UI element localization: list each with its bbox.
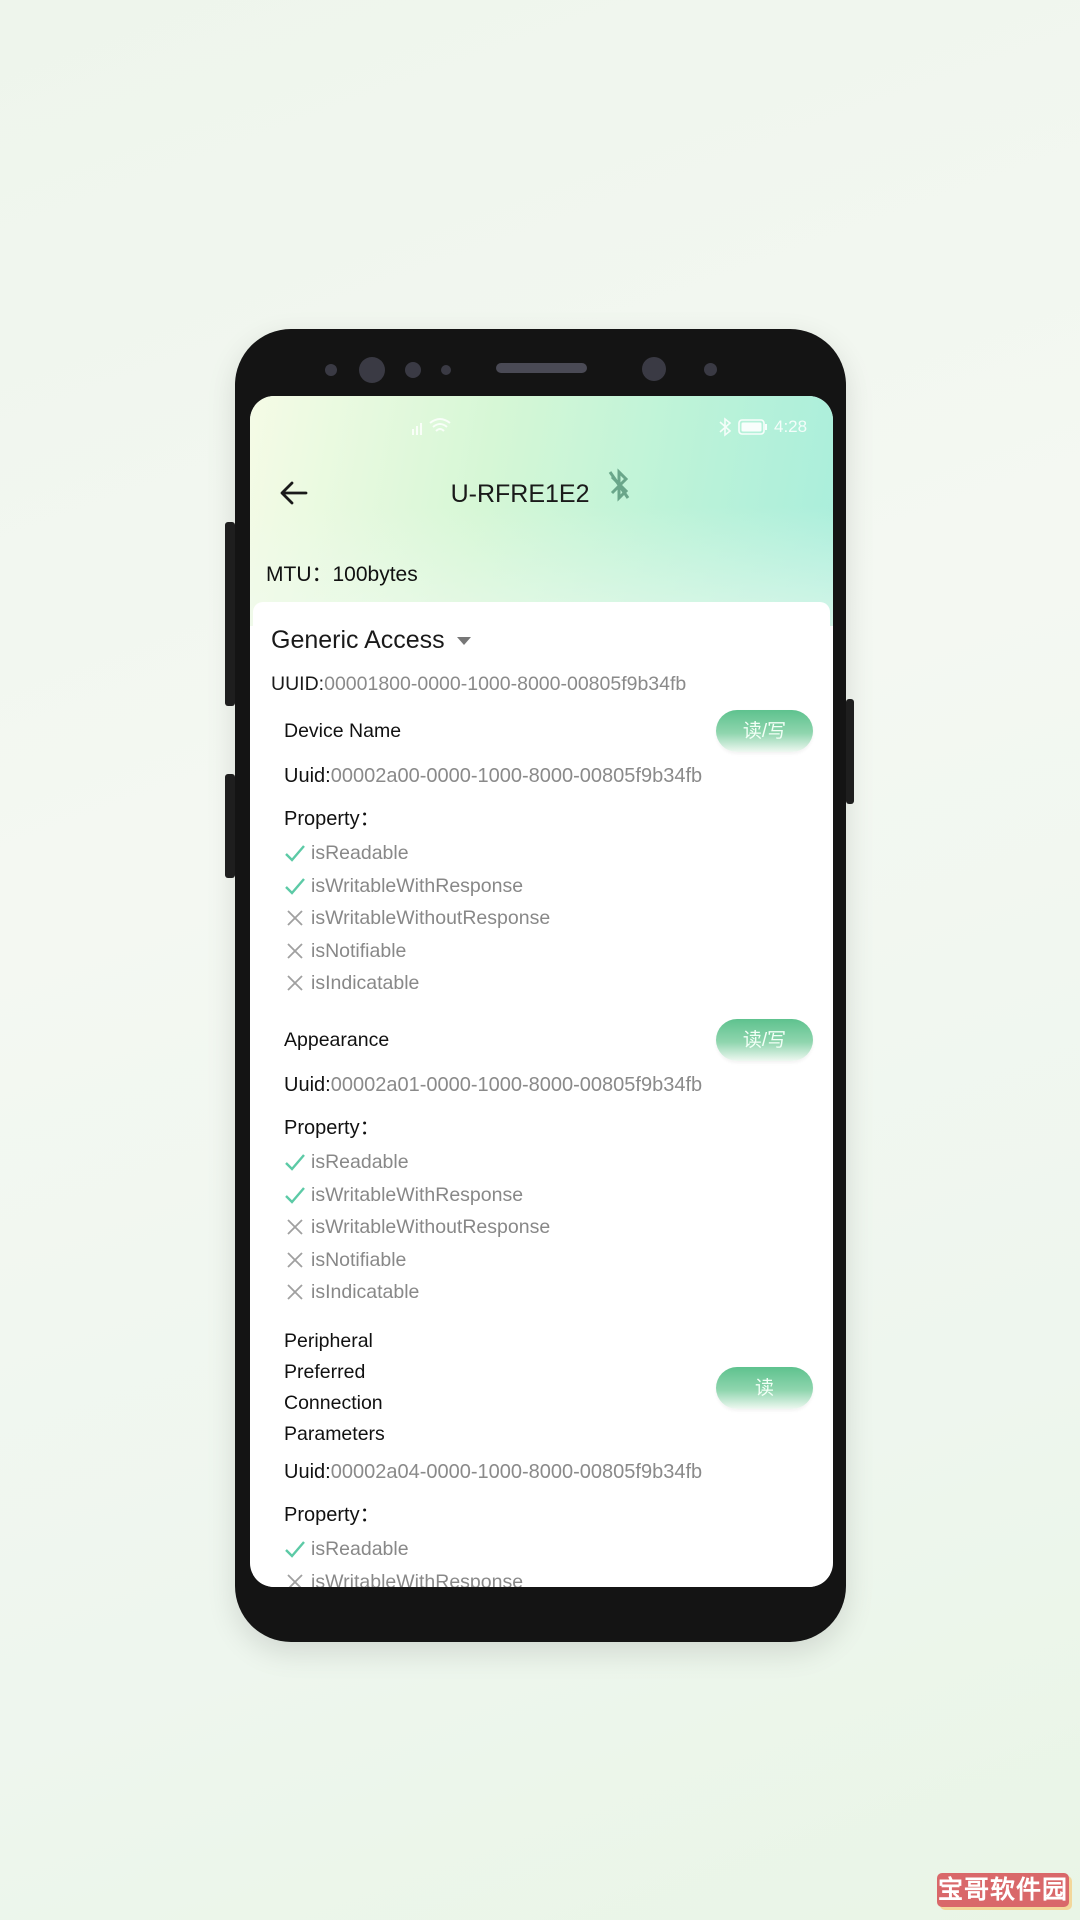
- battery-icon: [738, 419, 767, 435]
- property-name: isNotifiable: [311, 1248, 407, 1271]
- power-button-left: [225, 774, 235, 878]
- check-icon: [284, 1538, 311, 1560]
- characteristic-name: Device Name: [284, 719, 402, 742]
- signal-wifi-icons: [410, 415, 454, 439]
- property-label: Property：: [284, 1504, 380, 1526]
- characteristic-item: Appearance 读/写 Uuid:00002a01-0000-1000-800…: [253, 1007, 830, 1309]
- read-write-button[interactable]: 读: [716, 1367, 813, 1409]
- property-name: isIndicatable: [311, 972, 420, 994]
- cross-icon: [284, 972, 311, 994]
- property-item: isNotifiable: [284, 1244, 813, 1277]
- characteristic-uuid: Uuid:00002a04-0000-1000-8000-00805f9b34f…: [284, 1460, 813, 1484]
- signal-icon: [412, 418, 451, 435]
- check-icon: [284, 842, 311, 864]
- characteristic-name: Appearance: [284, 1028, 390, 1051]
- property-item: isWritableWithResponse: [284, 1566, 813, 1588]
- app-bar: U-RFRE1E2: [250, 466, 833, 520]
- characteristic-uuid: Uuid:00002a01-0000-1000-8000-00805f9b34f…: [284, 1073, 813, 1097]
- watermark-text: 宝哥软件园: [937, 1876, 1068, 1904]
- page-title: U-RFRE1E2: [450, 480, 590, 509]
- property-name: isReadable: [311, 1151, 409, 1173]
- uuid-label: Uuid:: [284, 1461, 331, 1483]
- property-item: isReadable: [284, 1146, 813, 1179]
- characteristic-item: Peripheral Preferred Connection Paramete…: [253, 1316, 830, 1587]
- check-icon: [284, 1184, 311, 1206]
- property-label: Property：: [284, 1117, 380, 1139]
- property-name: isReadable: [311, 842, 409, 864]
- speaker-grille: [496, 363, 587, 373]
- mtu-value: 100bytes: [332, 563, 418, 586]
- read-write-button[interactable]: 读/写: [716, 1019, 813, 1061]
- sensor-dot: [325, 364, 337, 376]
- property-item: isWritableWithoutResponse: [284, 1211, 813, 1244]
- watermark-logo: 宝哥软件园: [937, 1873, 1069, 1907]
- property-name: isWritableWithResponse: [311, 874, 524, 897]
- property-item: isIndicatable: [284, 967, 813, 1000]
- property-name: isWritableWithResponse: [311, 1183, 524, 1206]
- service-uuid-value: 00001800-0000-1000-8000-00805f9b34fb: [324, 673, 687, 695]
- check-icon: [284, 875, 311, 897]
- service-card: Generic Access UUID:00001800-0000-1000-8…: [253, 602, 830, 1587]
- characteristic-item: Device Name 读/写 Uuid:00002a00-0000-1000-80…: [253, 698, 830, 1000]
- uuid-value: 00002a04-0000-1000-8000-00805f9b34fb: [330, 1461, 703, 1483]
- cross-icon: [284, 1571, 311, 1587]
- camera-lens: [642, 357, 666, 381]
- uuid-value: 00002a01-0000-1000-8000-00805f9b34fb: [330, 1074, 703, 1096]
- characteristic-header: Peripheral Preferred Connection Paramete…: [284, 1316, 813, 1460]
- characteristic-uuid: Uuid:00002a00-0000-1000-8000-00805f9b34f…: [284, 764, 813, 788]
- read-write-button[interactable]: 读/写: [716, 710, 813, 752]
- property-name: isReadable: [311, 1538, 409, 1560]
- cross-icon: [284, 1249, 311, 1271]
- bluetooth-disabled-icon[interactable]: [606, 467, 632, 521]
- characteristic-header: Device Name 读/写: [284, 698, 813, 764]
- service-header[interactable]: Generic Access: [253, 610, 830, 670]
- property-item: isNotifiable: [284, 935, 813, 968]
- cross-icon: [284, 1281, 311, 1303]
- cross-icon: [284, 1216, 311, 1238]
- cross-icon: [284, 907, 311, 929]
- property-item: isIndicatable: [284, 1276, 813, 1309]
- property-item: isWritableWithResponse: [284, 1179, 813, 1212]
- phone-frame: 4:28 U-RFRE1E2 MTU：100bytes Generic Acce…: [225, 329, 854, 1642]
- caret-down-icon[interactable]: [456, 637, 471, 646]
- camera-lens: [359, 357, 385, 383]
- side-button-right: [846, 699, 854, 804]
- app-screen: 4:28 U-RFRE1E2 MTU：100bytes Generic Acce…: [250, 396, 833, 1587]
- characteristic-name: Peripheral Preferred Connection Paramete…: [284, 1330, 385, 1445]
- property-item: isReadable: [284, 1533, 813, 1566]
- sensor-dot: [704, 363, 717, 376]
- status-right: 4:28: [718, 415, 807, 439]
- service-uuid-label: UUID:: [271, 673, 325, 695]
- property-item: isReadable: [284, 837, 813, 870]
- characteristic-header: Appearance 读/写: [284, 1007, 813, 1073]
- mtu-info: MTU：100bytes: [266, 559, 418, 591]
- service-name: Generic Access: [271, 626, 445, 654]
- wifi-icon: [429, 418, 451, 432]
- page-title-wrap: U-RFRE1E2: [250, 466, 833, 521]
- sensor-dot: [441, 365, 451, 375]
- property-name: isNotifiable: [311, 939, 407, 962]
- uuid-label: Uuid:: [284, 1074, 331, 1096]
- mtu-label: MTU：: [266, 563, 333, 586]
- property-item: isWritableWithResponse: [284, 870, 813, 903]
- check-icon: [284, 1151, 311, 1173]
- service-uuid: UUID:00001800-0000-1000-8000-00805f9b34f…: [253, 670, 830, 698]
- property-name: isWritableWithoutResponse: [311, 1216, 551, 1238]
- characteristic-list: Device Name 读/写 Uuid:00002a00-0000-1000-80…: [253, 698, 830, 1587]
- property-label: Property：: [284, 808, 380, 830]
- property-item: isWritableWithoutResponse: [284, 902, 813, 935]
- property-name: isWritableWithoutResponse: [311, 907, 551, 929]
- bluetooth-icon: [719, 417, 732, 437]
- property-name: isIndicatable: [311, 1281, 420, 1303]
- uuid-value: 00002a00-0000-1000-8000-00805f9b34fb: [330, 765, 703, 787]
- uuid-label: Uuid:: [284, 765, 331, 787]
- cross-icon: [284, 940, 311, 962]
- volume-button: [225, 522, 235, 706]
- sensor-dot: [405, 362, 421, 378]
- status-time: 4:28: [774, 417, 808, 436]
- property-name: isWritableWithResponse: [311, 1570, 524, 1588]
